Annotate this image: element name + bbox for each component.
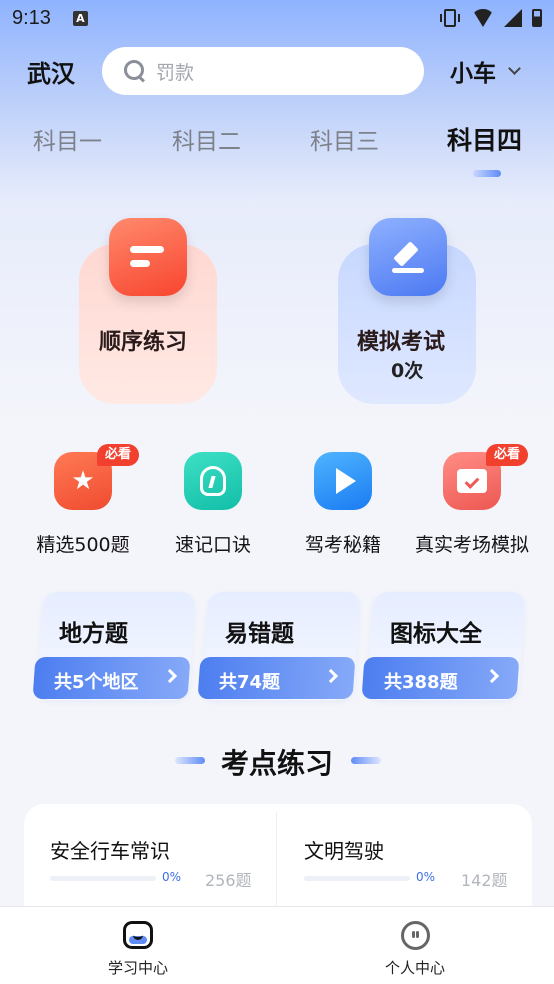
tab-subject-1[interactable]: 科目一 <box>33 122 102 156</box>
nav-label: 学习中心 <box>107 959 168 977</box>
vehicle-type-selector[interactable]: 小车 <box>450 54 521 88</box>
nav-study-center[interactable]: 学习中心 <box>68 907 208 984</box>
feature-real-exam-simulation[interactable]: 必看 真实考场模拟 <box>412 444 532 557</box>
section-decoration-right <box>351 757 381 764</box>
practice-item-civil-title[interactable]: 文明驾驶 <box>304 835 384 864</box>
notification-icon: A <box>72 10 88 26</box>
person-icon <box>401 921 430 950</box>
list-icon <box>109 218 187 296</box>
practice-item-safety-percent: 0% <box>162 870 182 884</box>
practice-item-safety-progress <box>50 876 156 881</box>
feature-exam-tips[interactable]: 驾考秘籍 <box>283 452 403 557</box>
feature-label: 精选500题 <box>36 534 130 556</box>
search-icon <box>124 60 146 82</box>
subject-tabs: 科目一 科目二 科目三 科目四 <box>0 122 554 182</box>
mock-exam-count: 0次 <box>391 360 424 382</box>
mock-exam-label: 模拟考试 <box>357 330 446 355</box>
search-placeholder: 罚款 <box>156 61 195 84</box>
status-time: 9:13 <box>12 6 51 29</box>
error-prone-title: 易错题 <box>225 621 294 647</box>
tab-subject-3[interactable]: 科目三 <box>310 122 379 156</box>
feature-selected-500[interactable]: ★ 必看 精选500题 <box>23 444 143 557</box>
wifi-icon <box>472 9 494 27</box>
tab-indicator <box>473 170 501 177</box>
feature-label: 真实考场模拟 <box>414 534 529 556</box>
practice-item-civil-progress <box>304 876 410 881</box>
feature-mnemonics[interactable]: 速记口诀 <box>153 452 273 557</box>
signal-icon <box>504 9 522 27</box>
practice-item-civil-count: 142题 <box>461 871 508 890</box>
local-questions-subtitle: 共5个地区 <box>54 672 139 693</box>
nav-personal-center[interactable]: 个人中心 <box>345 907 485 984</box>
vehicle-type-label: 小车 <box>450 61 496 87</box>
search-input[interactable]: 罚款 <box>102 47 424 95</box>
tab-subject-4[interactable]: 科目四 <box>447 121 522 157</box>
feature-label: 速记口诀 <box>174 534 251 556</box>
battery-icon <box>532 9 542 27</box>
top-header: 武汉 罚款 小车 <box>0 46 554 96</box>
pen-icon <box>369 218 447 296</box>
tab-subject-2[interactable]: 科目二 <box>172 122 241 156</box>
chevron-down-icon <box>508 62 521 75</box>
practice-item-civil-percent: 0% <box>416 870 436 884</box>
lightbulb-icon <box>184 452 242 510</box>
must-see-badge: 必看 <box>486 444 529 466</box>
study-icon <box>123 921 153 949</box>
feature-label: 驾考秘籍 <box>304 534 381 556</box>
must-see-badge: 必看 <box>97 444 140 466</box>
status-icons <box>440 9 542 27</box>
bottom-navigation: 学习中心 个人中心 <box>0 906 554 984</box>
sign-catalog-subtitle: 共388题 <box>384 672 458 693</box>
sequential-practice-label: 顺序练习 <box>99 330 188 355</box>
sign-catalog-title: 图标大全 <box>390 621 482 647</box>
practice-divider <box>276 812 277 912</box>
status-bar: 9:13 A <box>0 0 554 36</box>
error-prone-subtitle: 共74题 <box>219 672 281 693</box>
practice-item-safety-count: 256题 <box>205 871 252 890</box>
vibrate-icon <box>440 9 460 27</box>
nav-label: 个人中心 <box>384 959 445 977</box>
city-selector[interactable]: 武汉 <box>27 54 75 89</box>
play-icon <box>314 452 372 510</box>
local-questions-title: 地方题 <box>59 621 128 647</box>
practice-item-safety-title[interactable]: 安全行车常识 <box>50 835 170 864</box>
section-title: 考点练习 <box>220 747 333 780</box>
